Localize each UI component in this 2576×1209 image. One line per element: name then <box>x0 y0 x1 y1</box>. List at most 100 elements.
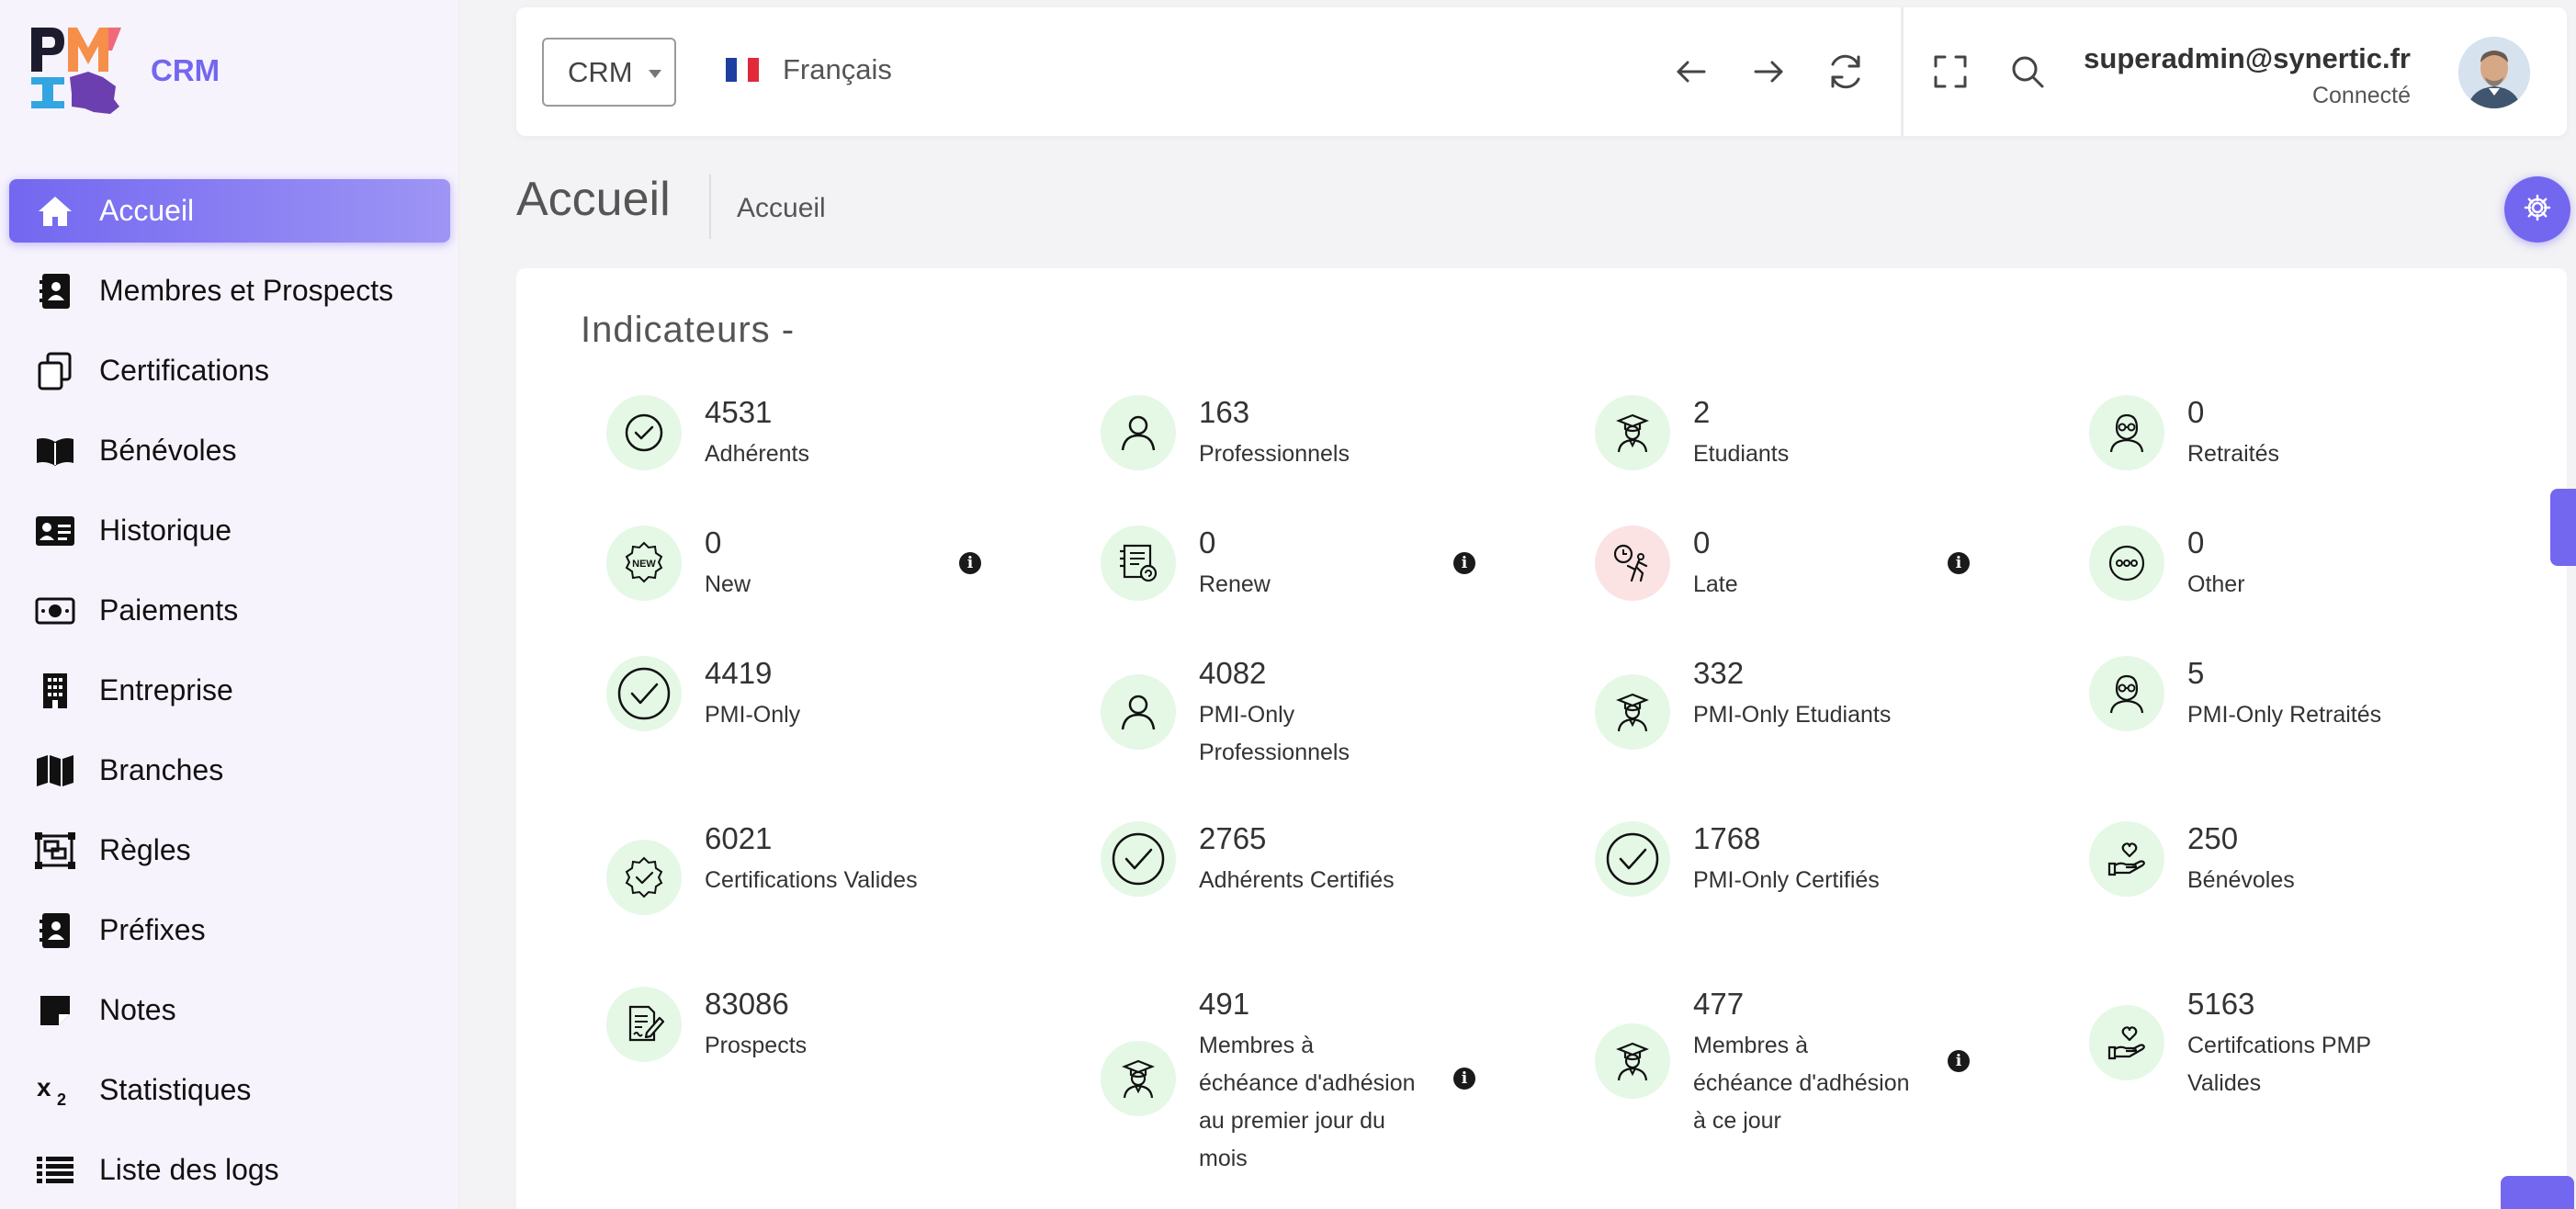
stat-value: 0 <box>1693 525 1711 559</box>
stat-value: 5163 <box>2187 987 2255 1021</box>
customizer-toggle[interactable] <box>2550 489 2576 566</box>
sidebar-item-membres[interactable]: Membres et Prospects <box>9 259 450 322</box>
stat-label: Etudiants <box>1693 441 1790 467</box>
app-select-value: CRM <box>568 55 633 88</box>
heart-hand-icon <box>2089 821 2164 897</box>
sidebar-item-prefixes[interactable]: Préfixes <box>9 898 450 962</box>
stat-value: 2 <box>1693 395 1711 429</box>
stat-value: 0 <box>2187 525 2205 559</box>
sidebar-item-label: Préfixes <box>99 913 206 946</box>
sidebar-item-statistiques[interactable]: x2 Statistiques <box>9 1058 450 1122</box>
logo-text: CRM <box>151 53 220 87</box>
address-book-icon <box>35 910 75 951</box>
svg-text:NEW: NEW <box>632 559 656 570</box>
caret-down-icon <box>649 70 661 78</box>
sidebar-item-regles[interactable]: Règles <box>9 819 450 882</box>
user-icon <box>1101 674 1176 750</box>
svg-text:x: x <box>37 1074 51 1102</box>
sidebar-item-accueil[interactable]: Accueil <box>9 179 450 243</box>
language-switcher[interactable]: Français <box>726 53 892 86</box>
sidebar-item-label: Certifications <box>99 354 269 387</box>
sidebar-item-label: Entreprise <box>99 673 233 706</box>
scroll-to-top-button[interactable] <box>2501 1176 2574 1209</box>
user-status: Connecté <box>2311 83 2411 108</box>
verified-badge-icon <box>606 840 682 915</box>
info-icon[interactable]: i <box>959 552 981 574</box>
sidebar-item-label: Notes <box>99 993 176 1026</box>
sticky-note-icon <box>35 990 75 1031</box>
avatar[interactable] <box>2458 37 2530 108</box>
user-info[interactable]: superadmin@synertic.fr Connecté <box>2084 42 2411 109</box>
new-badge-icon: NEW <box>606 525 682 601</box>
stat-label: PMI-Only <box>705 702 801 728</box>
stat-label: Professionnels <box>1199 441 1350 467</box>
sidebar-item-notes[interactable]: Notes <box>9 978 450 1042</box>
info-icon[interactable]: i <box>1453 1068 1475 1090</box>
stat-label: PMI-Only Etudiants <box>1693 702 1892 728</box>
page-title: Accueil <box>516 173 671 226</box>
stat-value: 0 <box>2187 395 2205 429</box>
document-edit-icon <box>606 987 682 1062</box>
stat-label: Certifcations PMP Valides <box>2187 1033 2371 1096</box>
stat-label: PMI-Only Retraités <box>2187 702 2382 728</box>
france-flag-icon <box>726 58 759 82</box>
settings-button[interactable] <box>2504 176 2570 243</box>
info-icon[interactable]: i <box>1948 552 1970 574</box>
svg-text:2: 2 <box>57 1090 66 1107</box>
sidebar-item-branches[interactable]: Branches <box>9 739 450 802</box>
info-icon[interactable]: i <box>1948 1050 1970 1072</box>
breadcrumb[interactable]: Accueil <box>737 193 826 224</box>
sidebar-item-label: Règles <box>99 833 191 866</box>
more-icon <box>2089 525 2164 601</box>
pmi-logo-icon <box>29 26 123 116</box>
sidebar-item-label: Statistiques <box>99 1073 252 1106</box>
list-icon <box>35 1150 75 1191</box>
indicators-card: Indicateurs - 4531 Adhérents 163 Profess… <box>516 268 2567 1209</box>
language-label: Français <box>783 53 892 85</box>
check-circle-icon <box>606 656 682 731</box>
stat-label: PMI-Only Professionnels <box>1199 702 1350 765</box>
check-circle-icon <box>1595 821 1670 897</box>
stat-label: Adhérents Certifiés <box>1199 867 1395 893</box>
info-icon[interactable]: i <box>1453 552 1475 574</box>
logo[interactable]: CRM <box>29 26 220 116</box>
fullscreen-icon[interactable] <box>1927 49 1973 95</box>
refresh-icon[interactable] <box>1823 49 1869 95</box>
arrow-right-icon[interactable] <box>1746 49 1791 95</box>
sidebar-item-label: Paiements <box>99 593 239 627</box>
stat-value: 250 <box>2187 821 2239 855</box>
topbar: CRM Français superadmin@synertic.fr Conn… <box>516 7 2567 136</box>
sidebar-item-label: Liste des logs <box>99 1153 279 1186</box>
stat-value: 477 <box>1693 987 1745 1021</box>
heart-hand-icon <box>2089 1005 2164 1080</box>
sidebar-item-historique[interactable]: Historique <box>9 499 450 562</box>
stat-value: 5 <box>2187 656 2205 690</box>
stat-label: Membres à échéance d'adhésion au premier… <box>1199 1033 1416 1171</box>
stat-label: Prospects <box>705 1033 808 1058</box>
stat-label: Membres à échéance d'adhésion à ce jour <box>1693 1033 1910 1134</box>
sidebar-item-logs[interactable]: Liste des logs <box>9 1138 450 1202</box>
stat-value: 491 <box>1199 987 1250 1021</box>
stat-value: 4082 <box>1199 656 1267 690</box>
check-circle-icon <box>1101 821 1176 897</box>
sidebar: CRM Accueil Membres et Prospects Certifi… <box>0 0 459 1209</box>
subscript-icon: x2 <box>35 1070 75 1111</box>
sidebar-item-benevoles[interactable]: Bénévoles <box>9 419 450 482</box>
search-icon[interactable] <box>2005 49 2051 95</box>
building-icon <box>35 671 75 711</box>
stat-value: 1768 <box>1693 821 1761 855</box>
sidebar-item-paiements[interactable]: Paiements <box>9 579 450 642</box>
stat-value: 6021 <box>705 821 773 855</box>
renew-icon <box>1101 525 1176 601</box>
sidebar-item-label: Accueil <box>99 194 195 227</box>
stat-label: Other <box>2187 571 2245 597</box>
arrow-left-icon[interactable] <box>1668 49 1714 95</box>
app-select[interactable]: CRM <box>542 38 676 107</box>
graduate-icon <box>1595 1023 1670 1099</box>
stat-label: Late <box>1693 571 1738 597</box>
sidebar-nav: Accueil Membres et Prospects Certificati… <box>0 179 459 1209</box>
stat-value: 163 <box>1199 395 1250 429</box>
sidebar-item-entreprise[interactable]: Entreprise <box>9 659 450 722</box>
stat-label: PMI-Only Certifiés <box>1693 867 1880 893</box>
sidebar-item-certifications[interactable]: Certifications <box>9 339 450 402</box>
